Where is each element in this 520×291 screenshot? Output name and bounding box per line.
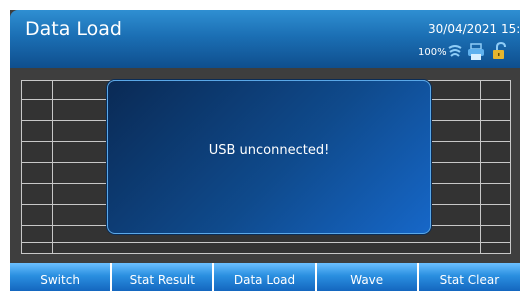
switch-button[interactable]: Switch	[10, 263, 111, 291]
stat-result-button[interactable]: Stat Result	[112, 263, 213, 291]
battery-level: 100%	[418, 47, 447, 58]
wave-button[interactable]: Wave	[316, 263, 417, 291]
page-title: Data Load	[25, 18, 122, 40]
printer-icon	[468, 43, 484, 60]
lock-icon	[493, 41, 506, 59]
header-bar: Data Load 30/04/2021 15:50 100%	[10, 10, 520, 68]
datetime-display: 30/04/2021 15:50	[428, 22, 520, 36]
stat-clear-button[interactable]: Stat Clear	[418, 263, 520, 291]
dialog-message: USB unconnected!	[208, 143, 330, 158]
bottom-toolbar: Switch Stat Result Data Load Wave Stat C…	[10, 263, 520, 291]
data-load-button[interactable]: Data Load	[214, 263, 315, 291]
usb-error-dialog: USB unconnected!	[107, 80, 431, 234]
signal-icon	[448, 45, 462, 57]
device-screen: Data Load 30/04/2021 15:50 100%	[10, 10, 520, 291]
